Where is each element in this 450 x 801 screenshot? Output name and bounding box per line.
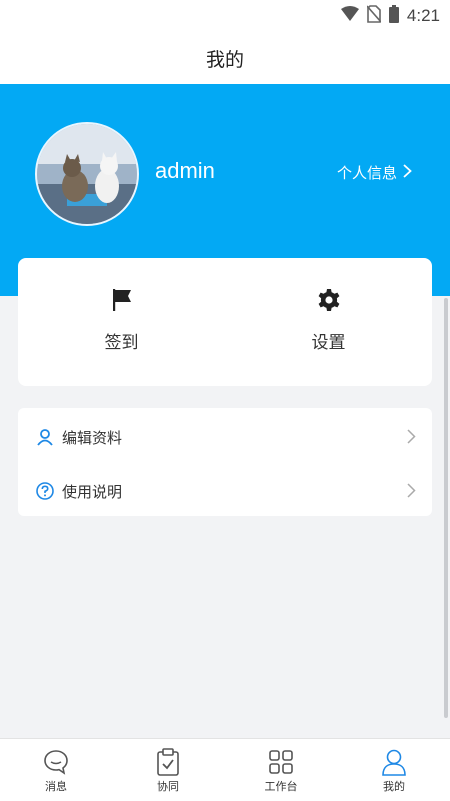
settings-label: 设置	[311, 333, 346, 353]
username: admin	[155, 158, 215, 183]
menu-list: 编辑资料 使用说明	[18, 408, 432, 516]
title-bar: 我的	[0, 32, 450, 84]
menu-item-label: 使用说明	[62, 482, 123, 501]
chevron-right-icon	[407, 429, 416, 448]
chevron-right-icon	[407, 483, 416, 502]
nav-label: 工作台	[264, 780, 298, 793]
grid-icon	[268, 748, 294, 776]
help-icon	[36, 482, 54, 500]
sign-in-button[interactable]: 签到	[18, 258, 225, 386]
page-title: 我的	[205, 48, 244, 71]
wifi-icon	[340, 6, 359, 26]
clipboard-check-icon	[156, 748, 180, 776]
personal-info-label: 个人信息	[336, 164, 397, 182]
nav-label: 我的	[383, 780, 405, 793]
sign-in-label: 签到	[104, 333, 139, 353]
quick-actions-card: 签到 设置	[18, 258, 432, 386]
user-icon	[36, 428, 54, 446]
nav-workbench[interactable]: 工作台	[225, 739, 337, 801]
scrollbar[interactable]	[444, 298, 448, 718]
menu-item-label: 编辑资料	[62, 428, 123, 447]
status-time: 4:21	[406, 6, 440, 25]
status-icons: 4:21	[340, 5, 440, 27]
nav-label: 消息	[45, 780, 67, 793]
nav-label: 协同	[157, 780, 179, 793]
gear-icon	[317, 288, 341, 312]
user-icon	[381, 748, 407, 776]
nav-mine[interactable]: 我的	[338, 739, 450, 801]
settings-button[interactable]: 设置	[225, 258, 432, 386]
avatar[interactable]	[35, 122, 139, 226]
nav-messages[interactable]: 消息	[0, 739, 112, 801]
chevron-right-icon	[403, 163, 412, 182]
personal-info-link[interactable]: 个人信息	[337, 162, 412, 183]
chat-bubble-icon	[43, 748, 69, 776]
battery-icon	[388, 5, 399, 27]
menu-item-user-guide[interactable]: 使用说明	[18, 464, 432, 518]
bottom-nav: 消息 协同 工作台 我的	[0, 738, 450, 801]
no-sim-icon	[366, 5, 382, 27]
flag-icon	[111, 288, 133, 312]
nav-collaboration[interactable]: 协同	[112, 739, 224, 801]
status-bar: 4:21	[0, 0, 450, 32]
menu-item-edit-profile[interactable]: 编辑资料	[18, 410, 432, 464]
